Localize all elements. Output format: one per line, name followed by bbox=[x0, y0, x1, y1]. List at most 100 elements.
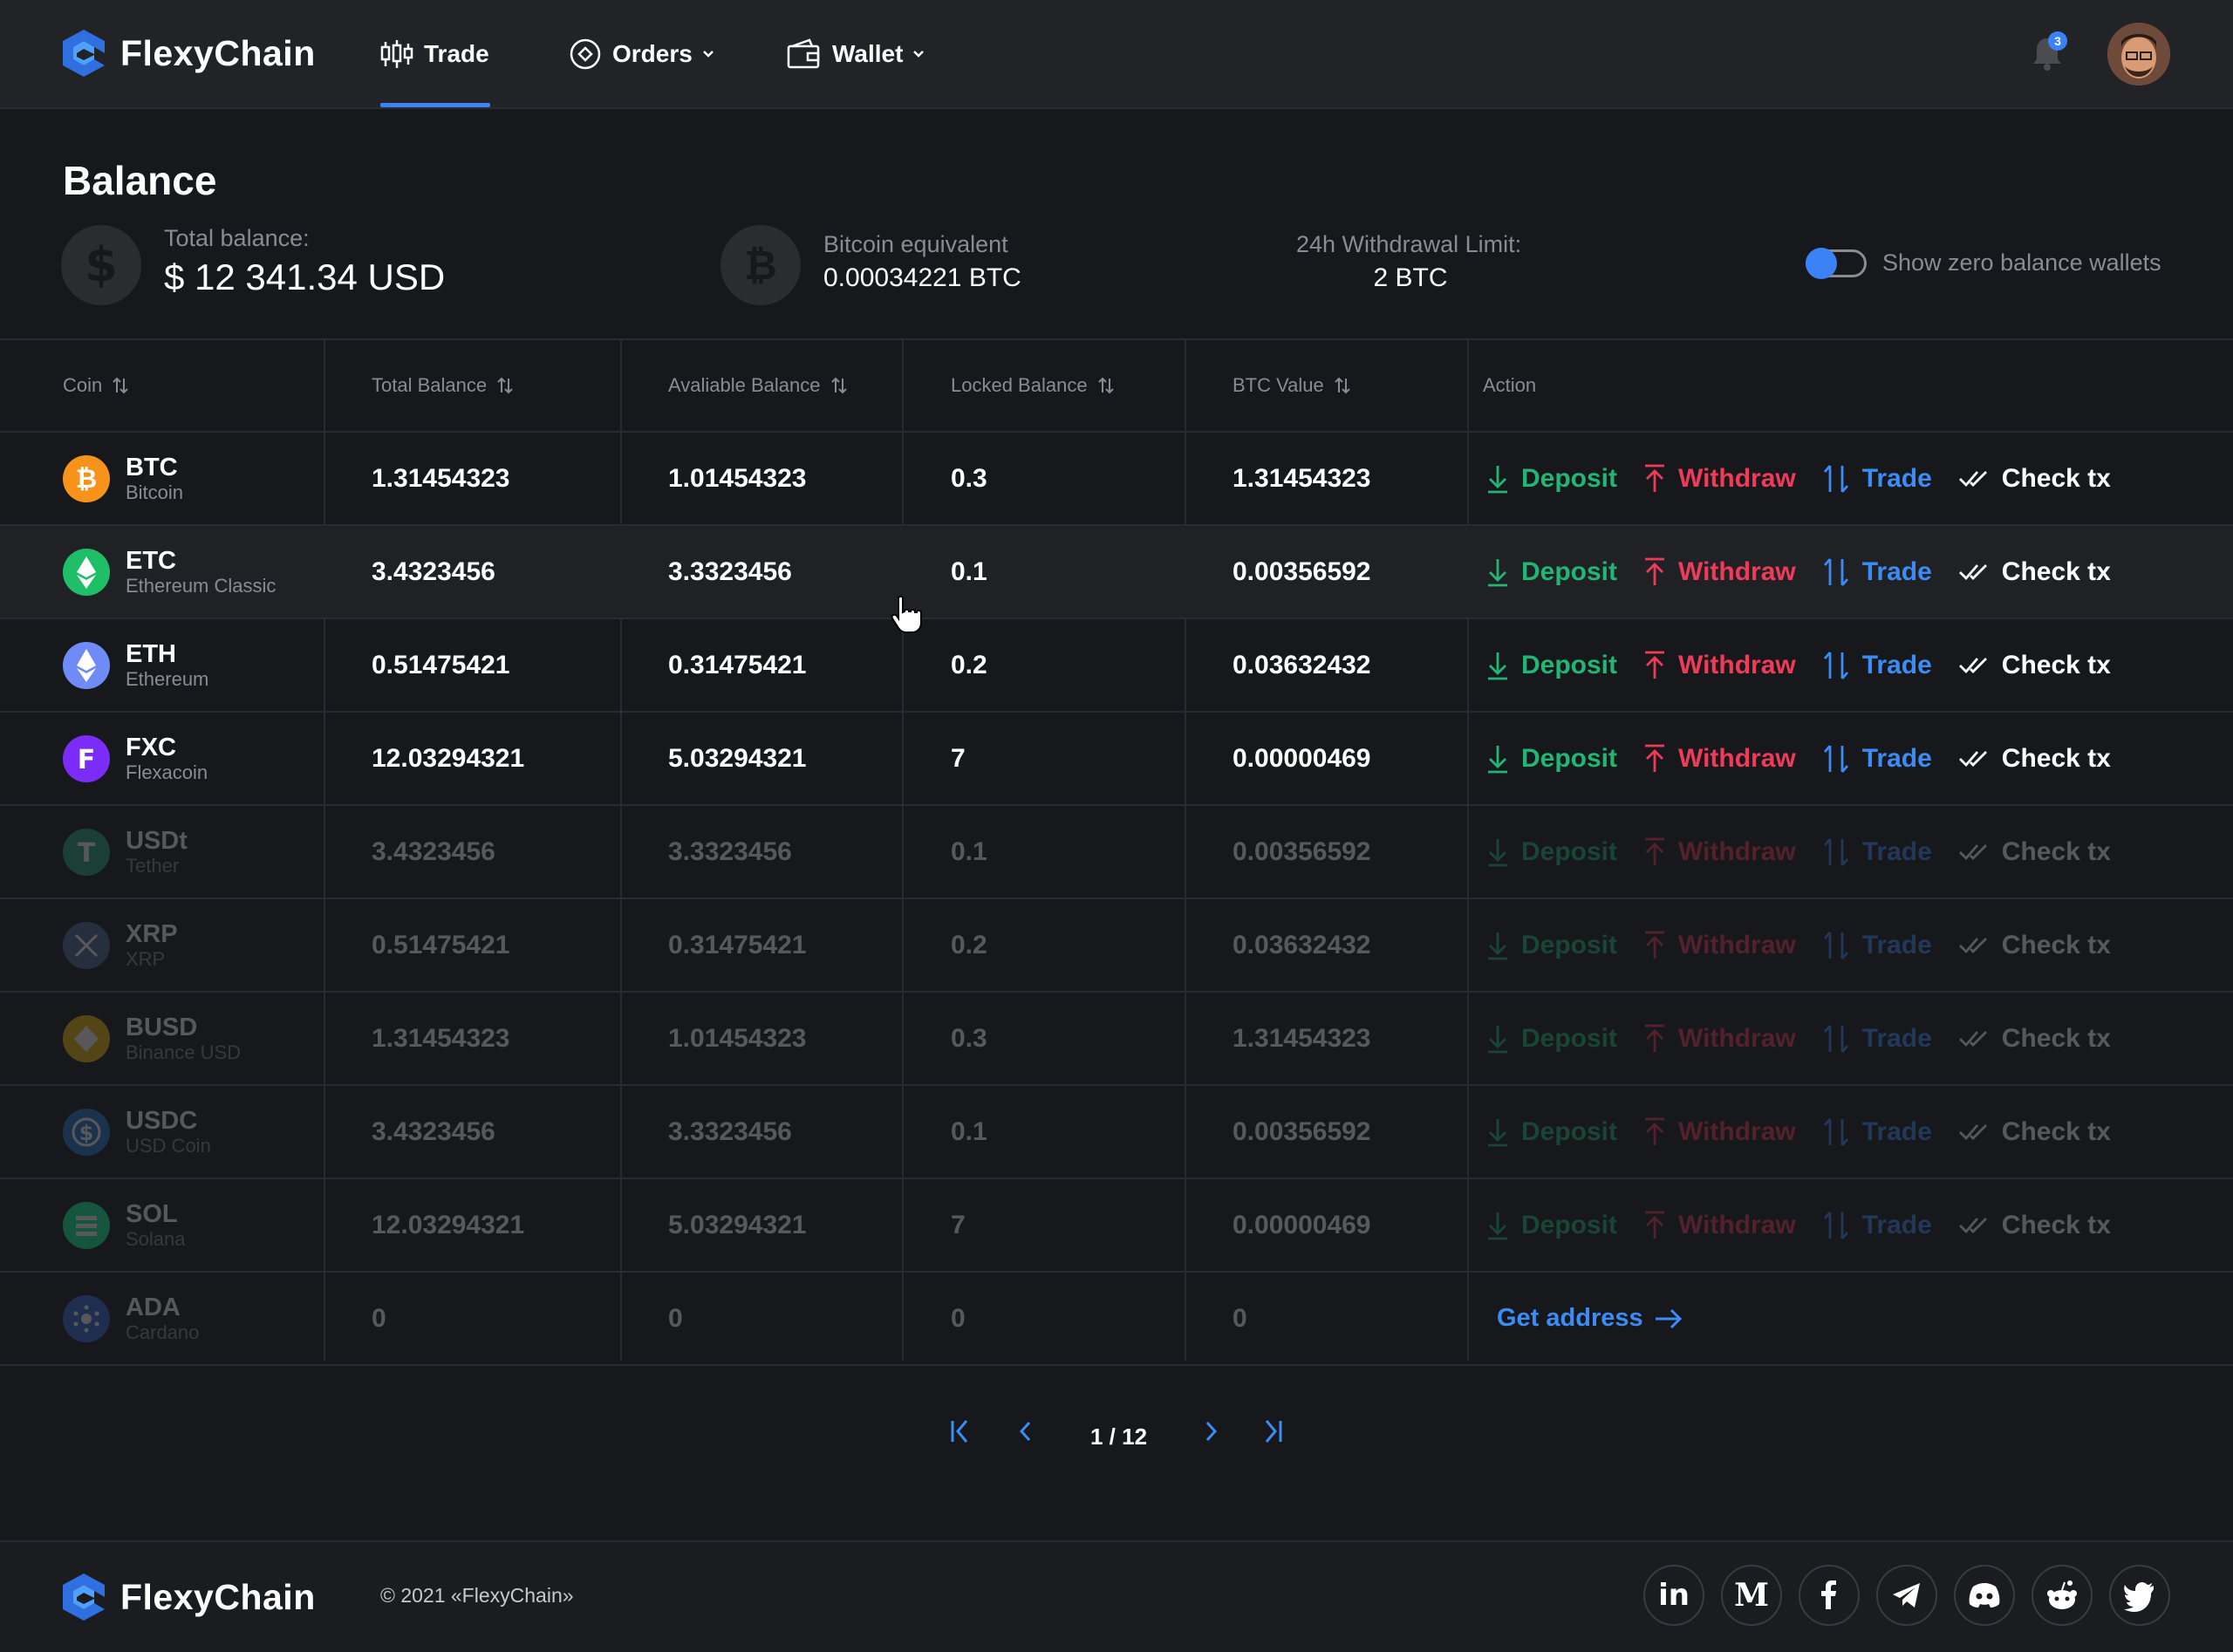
withdraw-button[interactable]: Withdraw bbox=[1643, 837, 1796, 867]
deposit-button[interactable]: Deposit bbox=[1486, 651, 1617, 680]
deposit-button[interactable]: Deposit bbox=[1486, 1117, 1617, 1147]
check-tx-button[interactable]: Check tx bbox=[1958, 1211, 2111, 1240]
linkedin-button[interactable]: in bbox=[1643, 1565, 1704, 1626]
column-header-coin[interactable]: Coin bbox=[63, 340, 130, 431]
next-page-button[interactable] bbox=[1195, 1416, 1225, 1446]
coin-name: Solana bbox=[126, 1227, 186, 1250]
swap-icon bbox=[1823, 1024, 1848, 1053]
get-address-button[interactable]: Get address bbox=[1497, 1304, 1683, 1333]
nav-trade[interactable]: Trade bbox=[380, 0, 489, 107]
trade-button[interactable]: Trade bbox=[1822, 836, 1932, 868]
first-page-button[interactable] bbox=[947, 1416, 977, 1446]
deposit-button[interactable]: Deposit bbox=[1486, 1024, 1617, 1054]
btc-balance-cell: 0.00356592 bbox=[1233, 806, 1371, 898]
top-navbar: FlexyChain Trade Orders Wallet 3 bbox=[0, 0, 2233, 109]
brand-logo[interactable]: FlexyChain bbox=[61, 28, 316, 79]
check-tx-button[interactable]: Check tx bbox=[1958, 931, 2111, 960]
column-header-label: Action bbox=[1483, 374, 1537, 396]
deposit-label: Deposit bbox=[1521, 930, 1618, 959]
check-tx-button[interactable]: Check tx bbox=[1958, 1024, 2111, 1054]
check-tx-button[interactable]: Check tx bbox=[1958, 464, 2111, 494]
deposit-button[interactable]: Deposit bbox=[1486, 931, 1617, 960]
medium-button[interactable]: M bbox=[1721, 1565, 1782, 1626]
coin-name: Binance USD bbox=[126, 1041, 242, 1063]
double-check-icon bbox=[1958, 563, 1987, 580]
trade-button[interactable]: Trade bbox=[1822, 743, 1932, 775]
footer-brand-logo[interactable]: FlexyChain bbox=[61, 1572, 316, 1622]
svg-text:F: F bbox=[78, 745, 96, 775]
trade-button[interactable]: Trade bbox=[1822, 1210, 1932, 1241]
trade-button[interactable]: Trade bbox=[1822, 1023, 1932, 1055]
coin-name: XRP bbox=[126, 947, 166, 970]
trade-button[interactable]: Trade bbox=[1822, 1116, 1932, 1148]
deposit-button[interactable]: Deposit bbox=[1486, 744, 1617, 774]
twitter-button[interactable] bbox=[2109, 1565, 2170, 1626]
table-row: $ USDC USD Coin 3.4323456 3.3323456 0.1 0.0035… bbox=[0, 1086, 2233, 1179]
locked-value: 0.3 bbox=[951, 1023, 987, 1053]
btc-balance-cell: 0.00356592 bbox=[1233, 526, 1371, 618]
deposit-button[interactable]: Deposit bbox=[1486, 557, 1617, 587]
check-tx-button[interactable]: Check tx bbox=[1958, 651, 2111, 680]
available-value: 5.03294321 bbox=[668, 1210, 807, 1239]
locked-balance-cell: 0.1 bbox=[951, 806, 987, 898]
notifications-button[interactable]: 3 bbox=[2031, 31, 2067, 76]
trade-button[interactable]: Trade bbox=[1822, 650, 1932, 681]
withdraw-button[interactable]: Withdraw bbox=[1643, 1117, 1796, 1147]
action-cell: Deposit Withdraw Trade Check tx bbox=[1486, 806, 2137, 898]
withdraw-button[interactable]: Withdraw bbox=[1643, 931, 1796, 960]
svg-text:$: $ bbox=[79, 1121, 94, 1145]
eth-coin-icon bbox=[63, 641, 110, 689]
deposit-button[interactable]: Deposit bbox=[1486, 1211, 1617, 1240]
column-header-total-balance[interactable]: Total Balance bbox=[372, 340, 515, 431]
table-row: T USDt Tether 3.4323456 3.3323456 0.1 0.003565… bbox=[0, 806, 2233, 899]
available-balance-cell: 5.03294321 bbox=[668, 1179, 807, 1271]
table-row: ADA Cardano 0 0 0 0 Get address bbox=[0, 1273, 2233, 1366]
wallet-icon bbox=[787, 38, 822, 71]
column-header-locked-balance[interactable]: Locked Balance bbox=[951, 340, 1116, 431]
deposit-label: Deposit bbox=[1521, 650, 1618, 679]
zero-balance-toggle[interactable] bbox=[1806, 248, 1868, 279]
coin-cell: BUSD Binance USD bbox=[63, 993, 241, 1084]
prev-page-button[interactable] bbox=[1012, 1416, 1041, 1446]
column-header-avaliable-balance[interactable]: Avaliable Balance bbox=[668, 340, 849, 431]
reddit-button[interactable] bbox=[2032, 1565, 2093, 1626]
user-avatar[interactable] bbox=[2107, 23, 2170, 85]
available-value: 1.01454323 bbox=[668, 1023, 807, 1053]
trade-label: Trade bbox=[1861, 1023, 1932, 1053]
telegram-button[interactable] bbox=[1876, 1565, 1937, 1626]
withdraw-label: Withdraw bbox=[1678, 556, 1796, 586]
trade-button[interactable]: Trade bbox=[1822, 556, 1932, 588]
trade-button[interactable]: Trade bbox=[1822, 930, 1932, 961]
reddit-icon bbox=[2047, 1580, 2077, 1609]
fxc-coin-icon: F bbox=[63, 734, 110, 782]
check-tx-button[interactable]: Check tx bbox=[1958, 1117, 2111, 1147]
last-page-button[interactable] bbox=[1256, 1416, 1286, 1446]
withdraw-button[interactable]: Withdraw bbox=[1643, 651, 1796, 680]
facebook-button[interactable] bbox=[1799, 1565, 1860, 1626]
coin-cell: ETH Ethereum bbox=[63, 619, 208, 711]
locked-value: 0.2 bbox=[951, 650, 987, 679]
table-row: XRP XRP 0.51475421 0.31475421 0.2 0.03632432 D… bbox=[0, 899, 2233, 993]
check-tx-label: Check tx bbox=[2001, 556, 2111, 586]
check-tx-button[interactable]: Check tx bbox=[1958, 557, 2111, 587]
nav-wallet[interactable]: Wallet bbox=[787, 0, 925, 107]
nav-orders[interactable]: Orders bbox=[569, 0, 715, 107]
available-value: 0.31475421 bbox=[668, 930, 807, 959]
chevron-right-icon bbox=[1205, 1421, 1218, 1442]
check-tx-button[interactable]: Check tx bbox=[1958, 837, 2111, 867]
withdraw-button[interactable]: Withdraw bbox=[1643, 557, 1796, 587]
deposit-button[interactable]: Deposit bbox=[1486, 837, 1617, 867]
withdraw-button[interactable]: Withdraw bbox=[1643, 744, 1796, 774]
withdraw-button[interactable]: Withdraw bbox=[1643, 464, 1796, 494]
column-header-btc-value[interactable]: BTC Value bbox=[1233, 340, 1352, 431]
withdraw-button[interactable]: Withdraw bbox=[1643, 1024, 1796, 1054]
arrow-right-icon bbox=[1655, 1308, 1682, 1328]
trade-button[interactable]: Trade bbox=[1822, 463, 1932, 495]
swap-icon bbox=[1823, 1117, 1848, 1146]
get-address-label: Get address bbox=[1497, 1304, 1643, 1332]
check-tx-button[interactable]: Check tx bbox=[1958, 744, 2111, 774]
withdraw-button[interactable]: Withdraw bbox=[1643, 1211, 1796, 1240]
deposit-button[interactable]: Deposit bbox=[1486, 464, 1617, 494]
withdraw-label: Withdraw bbox=[1678, 1116, 1796, 1146]
discord-button[interactable] bbox=[1954, 1565, 2015, 1626]
